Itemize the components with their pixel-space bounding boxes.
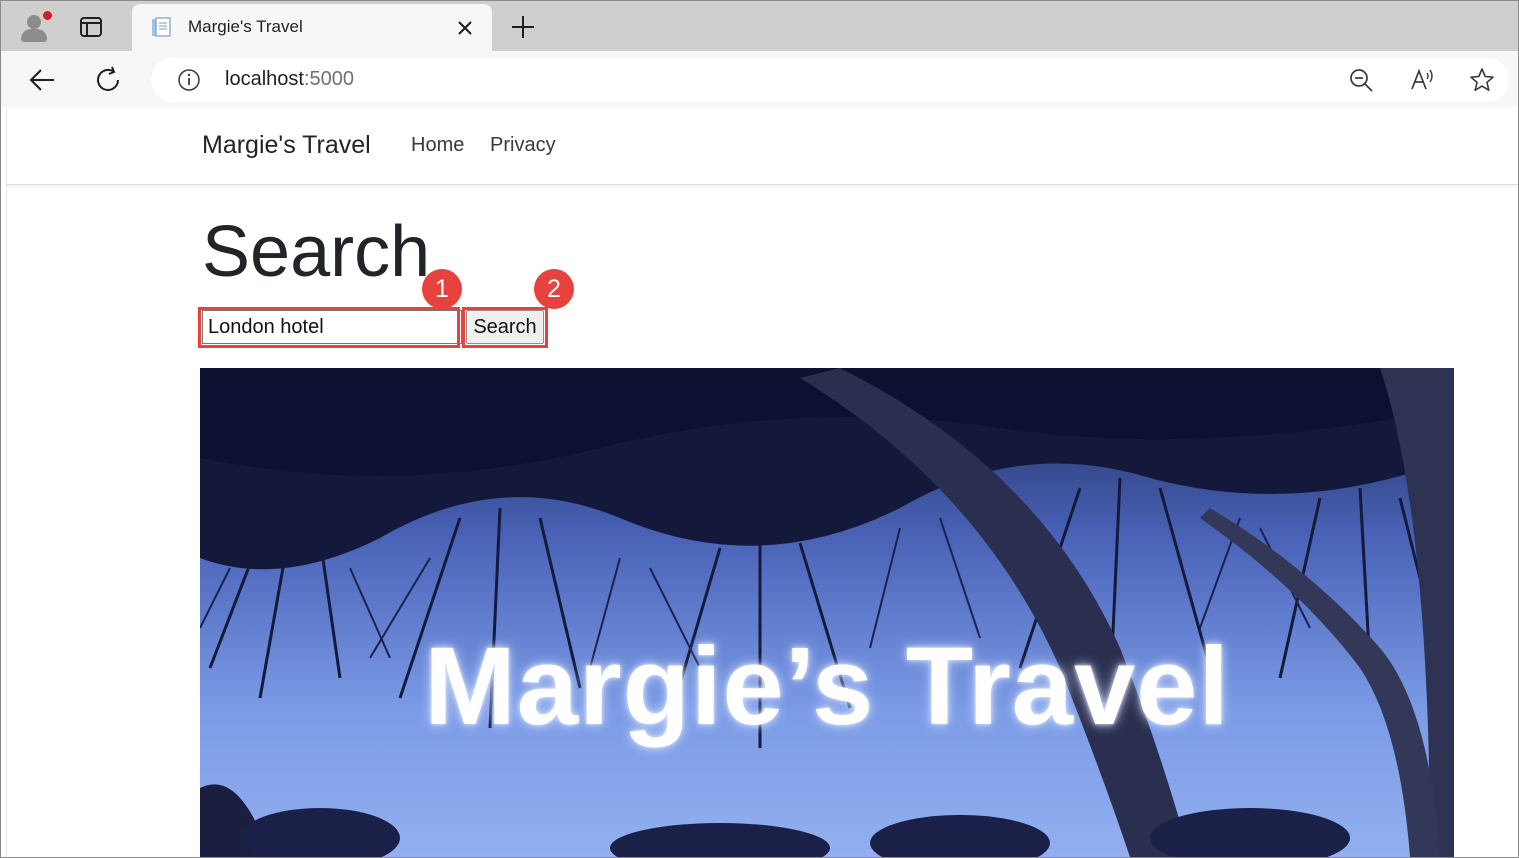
profile-icon[interactable] — [17, 10, 53, 44]
url-host: localhost — [225, 68, 304, 90]
nav-privacy[interactable]: Privacy — [490, 134, 556, 157]
url-text[interactable]: localhost:5000 — [225, 68, 354, 91]
close-tab-icon[interactable] — [454, 17, 476, 39]
url-port: :5000 — [303, 68, 354, 90]
site-navbar: Margie's Travel Home Privacy — [7, 107, 1518, 185]
page-favicon-icon — [150, 16, 172, 38]
address-bar[interactable]: localhost:5000 — [151, 58, 1509, 102]
site-brand[interactable]: Margie's Travel — [202, 131, 371, 160]
back-icon[interactable] — [27, 65, 57, 95]
favorite-star-icon[interactable] — [1469, 67, 1495, 93]
hero-title: Margie’s Travel — [424, 625, 1230, 748]
browser-toolbar: localhost:5000 — [1, 51, 1518, 107]
hero-image: Margie’s Travel — [200, 368, 1454, 857]
tab-actions-icon[interactable] — [77, 13, 105, 41]
active-tab[interactable]: Margie's Travel — [132, 4, 492, 51]
palm-tree-photo — [200, 368, 1454, 857]
tab-strip: Margie's Travel — [1, 1, 1518, 51]
refresh-icon[interactable] — [94, 65, 124, 95]
search-input[interactable] — [202, 310, 462, 344]
tab-title: Margie's Travel — [188, 17, 303, 36]
browser-window: Margie's Travel localhost:5000 Margie's … — [0, 0, 1519, 858]
zoom-out-icon[interactable] — [1348, 67, 1374, 93]
new-tab-icon[interactable] — [509, 13, 537, 41]
page-title: Search — [202, 212, 431, 292]
search-button[interactable]: Search — [466, 310, 544, 344]
read-aloud-icon[interactable] — [1409, 67, 1435, 93]
step-badge-2: 2 — [534, 269, 574, 309]
info-icon[interactable] — [177, 68, 201, 92]
step-badge-1: 1 — [422, 269, 462, 309]
web-page: Margie's Travel Home Privacy Search Sear… — [6, 107, 1518, 857]
nav-home[interactable]: Home — [411, 134, 464, 157]
